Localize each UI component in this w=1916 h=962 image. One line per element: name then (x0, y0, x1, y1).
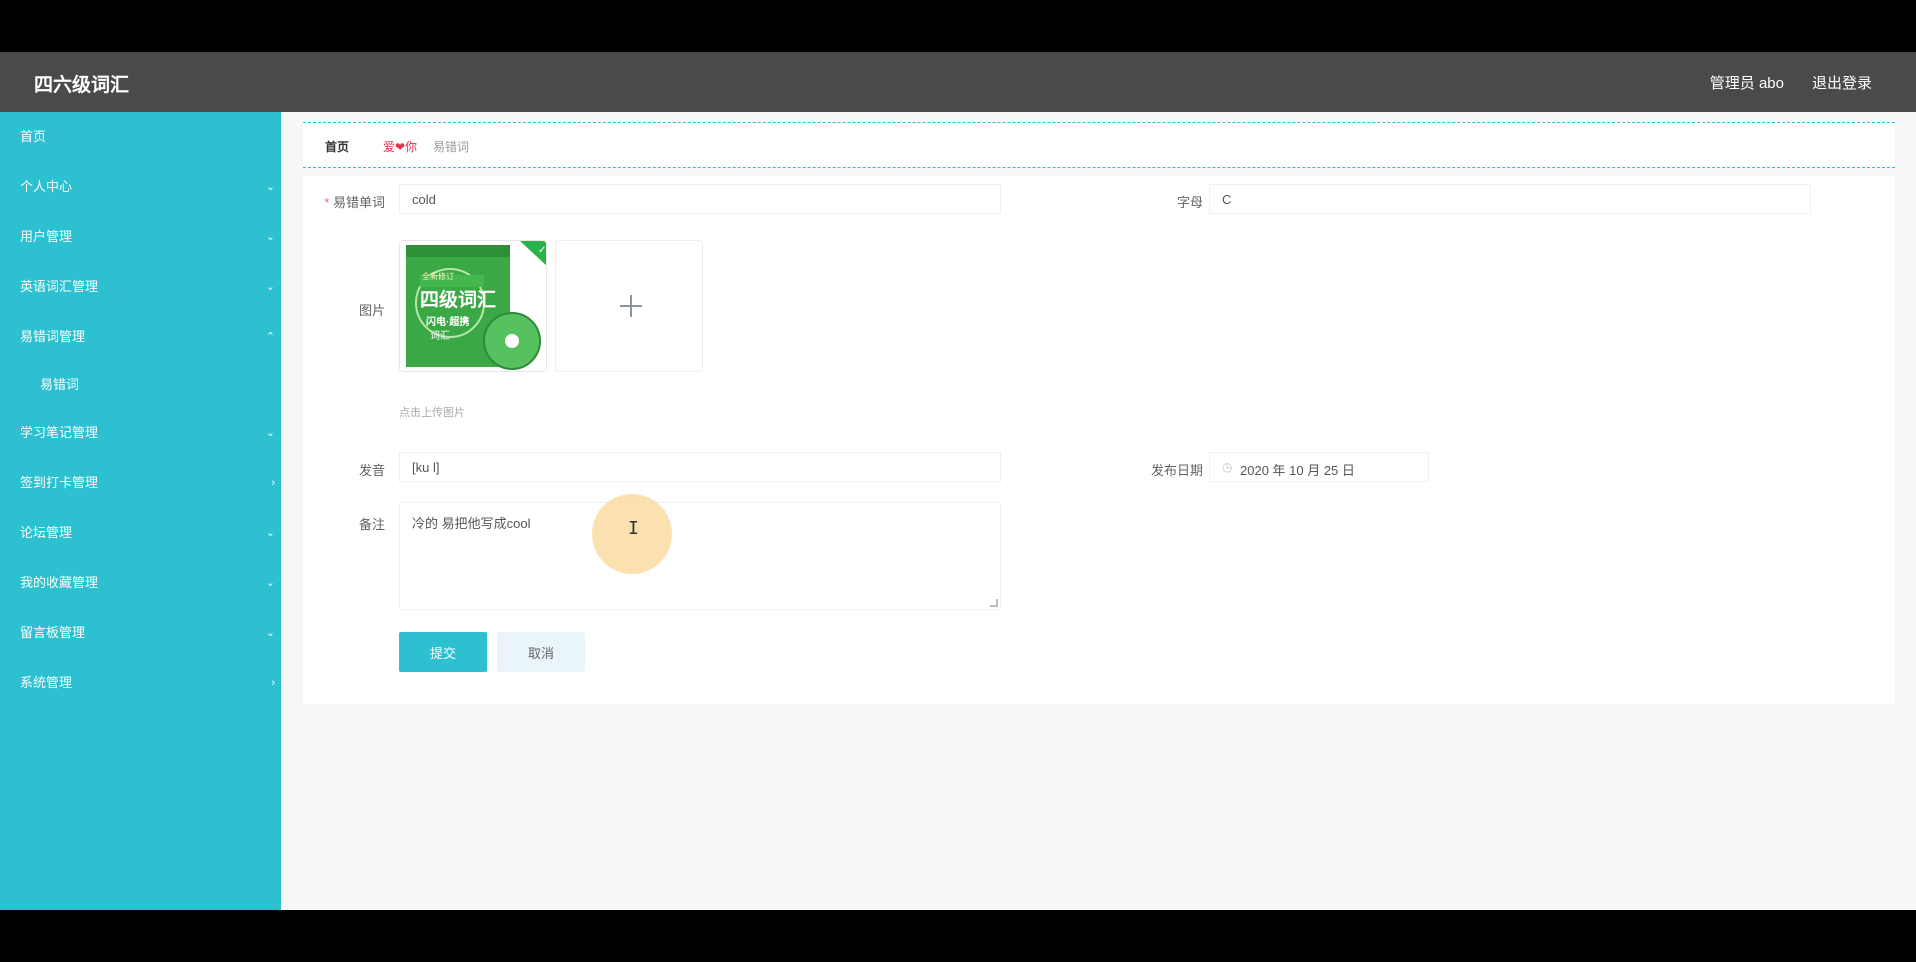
clock-icon: ◷ (1222, 460, 1233, 474)
chevron-down-icon: ⌄ (265, 527, 275, 539)
current-user-label: 管理员 abo (1709, 75, 1784, 92)
uploaded-image-thumbnail[interactable]: ✓ 全新修订 四级词汇 闪电·超携 词汇 (399, 240, 547, 372)
remark-textarea[interactable]: 冷的 易把他写成cool (399, 502, 1001, 610)
letter-field-label: 字母 (1176, 195, 1203, 210)
cancel-button[interactable]: 取消 (497, 632, 585, 672)
sidebar-item-label: 论坛管理 (20, 525, 73, 540)
sidebar-item-label: 首页 (20, 129, 47, 144)
edit-form: * 易错单词 cold 字母 C 图片 ✓ 全新修订 四级词汇 闪电·超携 词汇… (303, 176, 1895, 704)
thumb-title: 四级词汇 (420, 289, 497, 311)
text-cursor-icon: I (628, 518, 639, 539)
sidebar-item-personal-center[interactable]: 个人中心 ⌄ (0, 162, 281, 212)
word-field-label: * 易错单词 (303, 192, 385, 211)
chevron-down-icon: ⌄ (265, 231, 275, 243)
sidebar-item-error-words-management[interactable]: 易错词管理 ⌃ (0, 312, 281, 362)
sidebar-item-label: 易错词管理 (20, 329, 86, 344)
pronunciation-field-label: 发音 (358, 463, 385, 478)
thumb-subtitle: 闪电·超携 (426, 317, 470, 328)
sidebar-item-label: 用户管理 (20, 229, 73, 244)
letterbox-bottom (0, 910, 1916, 962)
sidebar-item-label: 我的收藏管理 (20, 575, 99, 590)
chevron-down-icon: ⌄ (265, 577, 275, 589)
plus-icon-vertical (630, 295, 632, 317)
chevron-right-icon: › (271, 677, 275, 689)
image-field-label: 图片 (358, 303, 385, 318)
breadcrumb: 首页 爱❤你 易错词 (303, 122, 1895, 168)
app-window: 四六级词汇 管理员 abo 退出登录 首页 个人中心 ⌄ 用户管理 ⌄ 英语词汇… (0, 52, 1916, 910)
chevron-right-icon: › (271, 477, 275, 489)
thumb-small-title: 全新修订 (422, 272, 454, 281)
sidebar-item-vocabulary-management[interactable]: 英语词汇管理 ⌄ (0, 262, 281, 312)
check-icon: ✓ (538, 245, 546, 256)
app-title: 四六级词汇 (34, 75, 130, 96)
sidebar-item-label: 签到打卡管理 (20, 475, 99, 490)
sidebar-item-favorites-management[interactable]: 我的收藏管理 ⌄ (0, 558, 281, 608)
chevron-down-icon: ⌄ (265, 627, 275, 639)
submit-button[interactable]: 提交 (399, 632, 487, 672)
chevron-down-icon: ⌄ (265, 181, 275, 193)
publish-date-value: 2020 年 10 月 25 日 (1240, 463, 1355, 478)
thumb-subtitle-2: 词汇 (430, 331, 450, 342)
sidebar-subitem-label: 易错词 (40, 377, 80, 392)
letterbox-top (0, 0, 1916, 52)
sidebar-subitem-error-words[interactable]: 易错词 (0, 362, 281, 408)
sidebar-item-forum-management[interactable]: 论坛管理 ⌄ (0, 508, 281, 558)
chevron-up-icon: ⌃ (265, 331, 275, 343)
word-label-text: 易错单词 (332, 195, 385, 210)
chevron-down-icon: ⌄ (265, 427, 275, 439)
upload-tip: 点击上传图片 (399, 407, 465, 419)
publish-date-field-label: 发布日期 (1150, 463, 1203, 478)
remark-value: 冷的 易把他写成cool (412, 516, 531, 531)
breadcrumb-separator: 爱❤你 (383, 140, 418, 154)
sidebar-item-study-notes-management[interactable]: 学习笔记管理 ⌄ (0, 408, 281, 458)
breadcrumb-current: 易错词 (433, 140, 470, 154)
upload-image-button[interactable] (555, 240, 703, 372)
sidebar-item-home[interactable]: 首页 (0, 112, 281, 162)
sidebar-item-user-management[interactable]: 用户管理 ⌄ (0, 212, 281, 262)
breadcrumb-home[interactable]: 首页 (325, 138, 349, 155)
sidebar-item-label: 英语词汇管理 (20, 279, 99, 294)
sidebar-item-message-board-management[interactable]: 留言板管理 ⌄ (0, 608, 281, 658)
sidebar-item-checkin-management[interactable]: 签到打卡管理 › (0, 458, 281, 508)
publish-date-picker[interactable]: ◷ 2020 年 10 月 25 日 (1209, 452, 1429, 482)
sidebar-item-label: 学习笔记管理 (20, 425, 99, 440)
sidebar-item-label: 留言板管理 (20, 625, 86, 640)
sidebar-item-label: 系统管理 (20, 675, 73, 690)
remark-field-label: 备注 (358, 517, 385, 532)
logout-link[interactable]: 退出登录 (1812, 72, 1872, 93)
sidebar-item-label: 个人中心 (20, 179, 73, 194)
resize-handle-icon[interactable] (990, 599, 998, 607)
main-content: 首页 爱❤你 易错词 * 易错单词 cold 字母 C 图片 ✓ 全新修订 四级… (281, 112, 1916, 910)
sidebar-item-system-management[interactable]: 系统管理 › (0, 658, 281, 708)
letter-input[interactable]: C (1209, 184, 1811, 214)
sidebar-menu: 首页 个人中心 ⌄ 用户管理 ⌄ 英语词汇管理 ⌄ 易错词管理 ⌃ 易错词 学习… (0, 112, 281, 910)
required-mark: * (324, 195, 330, 210)
chevron-down-icon: ⌄ (265, 281, 275, 293)
top-navbar: 四六级词汇 管理员 abo 退出登录 (0, 52, 1916, 112)
